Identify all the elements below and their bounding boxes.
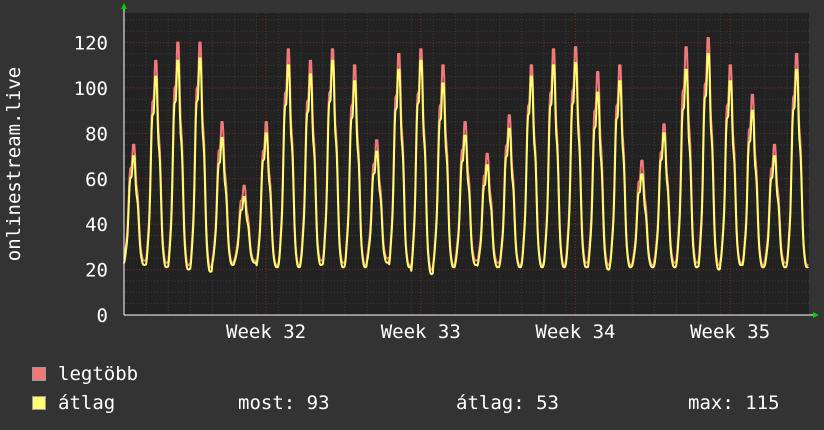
x-axis-arrow [813, 312, 819, 318]
legend-label-legtobb: legtöbb [58, 363, 139, 385]
y-axis-arrow [121, 3, 127, 9]
y-tick-label: 120 [74, 33, 108, 55]
y-tick-label: 80 [85, 123, 108, 145]
x-tick-label: Week 35 [690, 321, 770, 343]
y-axis-label: onlinestream.live [3, 67, 25, 261]
x-tick-label: Week 32 [226, 321, 306, 343]
stat-maximum: max: 115 [688, 392, 780, 414]
y-tick-label: 20 [85, 260, 108, 282]
stat-current: most: 93 [238, 392, 330, 414]
y-tick-label: 0 [97, 305, 108, 327]
x-tick-label: Week 33 [381, 321, 461, 343]
y-tick-label: 100 [74, 78, 108, 100]
y-tick-label: 40 [85, 214, 108, 236]
legend-item-atlag: átlag [32, 392, 115, 414]
stat-average: átlag: 53 [456, 392, 559, 414]
y-tick-label: 60 [85, 169, 108, 191]
x-tick-label: Week 34 [535, 321, 615, 343]
legend-swatch-legtobb [32, 367, 46, 381]
legend-swatch-atlag [32, 396, 46, 410]
legend-item-legtobb: legtöbb [32, 363, 138, 385]
legend-label-atlag: átlag [58, 392, 116, 414]
